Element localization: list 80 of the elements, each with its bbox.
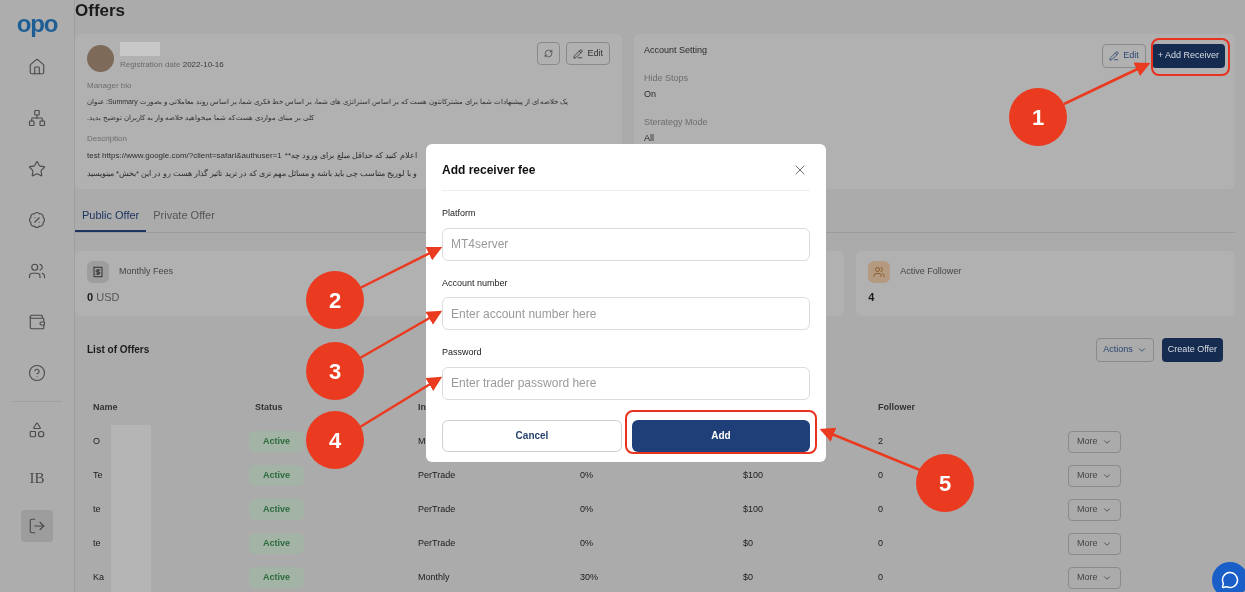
setting-label: Sterategy Mode: [644, 115, 708, 129]
stat-label: Monthly Fees: [119, 264, 174, 278]
offers-title: List of Offers: [87, 343, 150, 357]
column-header: Follower: [878, 400, 915, 414]
more-dropdown[interactable]: More: [1068, 430, 1121, 453]
table-cell-text: $100: [743, 502, 764, 516]
account-title: Account Setting: [644, 44, 708, 57]
setting-label: Hide Stops: [644, 71, 690, 85]
table-cell-text: $100: [743, 468, 764, 482]
app-logo[interactable]: opo: [0, 12, 75, 36]
status-badge: Active: [249, 464, 304, 487]
table-cell-text: 0%: [580, 536, 593, 550]
table-cell-text: $0: [743, 536, 753, 550]
field-label: Account number: [442, 276, 509, 290]
followers-icon: [868, 260, 891, 283]
table-cell-text: Monthly: [418, 570, 450, 584]
table-cell-text: 0%: [580, 468, 593, 482]
table-cell-text: 0: [878, 502, 883, 516]
pencil-icon: [1109, 51, 1120, 61]
status-badge: Active: [249, 532, 304, 555]
table-cell-text: Ka: [93, 570, 104, 584]
pencil-icon: [573, 48, 584, 59]
ib-link[interactable]: IB: [21, 462, 53, 494]
input-field[interactable]: MT4server: [442, 227, 810, 261]
table-cell-text: te: [93, 536, 101, 550]
stat-value: 4: [868, 289, 875, 305]
setting-value: All: [644, 132, 655, 145]
table-cell-text: $0: [743, 570, 753, 584]
stat-value: 0 USD: [87, 289, 120, 305]
table-cell-text: O: [93, 434, 100, 448]
setting-value: On: [644, 88, 657, 101]
table-cell-text: 0%: [580, 502, 593, 516]
table-cell-text: 0: [878, 468, 883, 482]
status-badge: Active: [249, 498, 304, 521]
step-number-badge: 4: [306, 411, 364, 469]
stat-label: Active Follower: [900, 264, 962, 278]
actions-dropdown[interactable]: Actions: [1096, 337, 1154, 362]
status-badge: Active: [249, 566, 304, 589]
logout-icon[interactable]: [21, 510, 53, 542]
table-cell-text: te: [93, 502, 101, 516]
table-cell-text: PerTrade: [418, 536, 456, 550]
column-header: Name: [93, 400, 118, 414]
registration-date: Registration date 2022-10-16: [120, 59, 224, 71]
dialog-title: Add receiver fee: [442, 162, 536, 179]
table-cell-text: 0: [878, 536, 883, 550]
avatar: [87, 45, 114, 72]
edit-button[interactable]: Edit: [566, 42, 610, 65]
receipt-icon: [87, 260, 109, 283]
more-dropdown[interactable]: More: [1068, 566, 1121, 589]
description-text: اعلام کنید که حداقل مبلغ برای ورود چه**: [284, 150, 417, 162]
create-offer-button[interactable]: Create Offer: [1161, 337, 1223, 362]
add-receiver-button[interactable]: + Add Receiver: [1151, 44, 1225, 68]
offer-tab[interactable]: Private Offer: [146, 207, 222, 232]
refresh-icon: [544, 49, 554, 58]
input-field[interactable]: Enter trader password here: [442, 366, 810, 400]
add-button[interactable]: Add: [632, 419, 810, 452]
chat-icon[interactable]: [1212, 562, 1245, 592]
column-header: In: [418, 400, 426, 414]
table-cell-text: Te: [93, 468, 103, 482]
table-cell-text: 30%: [580, 570, 598, 584]
field-label: Platform: [442, 207, 477, 220]
table-cell-text: 2: [878, 434, 883, 448]
field-label: Password: [442, 346, 483, 359]
refresh-button[interactable]: [537, 42, 561, 65]
edit-button[interactable]: Edit: [1102, 44, 1146, 68]
status-badge: Active: [249, 430, 304, 453]
input-field[interactable]: Enter account number here: [442, 297, 810, 330]
step-number-badge: 3: [306, 342, 364, 400]
more-dropdown[interactable]: More: [1068, 464, 1121, 487]
cancel-button[interactable]: Cancel: [442, 419, 622, 452]
table-cell-text: PerTrade: [418, 502, 456, 516]
table-cell-text: 0: [878, 570, 883, 584]
table-cell-text: M: [418, 434, 426, 448]
more-dropdown[interactable]: More: [1068, 532, 1121, 555]
page-title: Offers: [75, 2, 127, 19]
column-header: Status: [255, 400, 283, 414]
offer-tab[interactable]: Public Offer: [75, 207, 147, 232]
table-cell-text: PerTrade: [418, 468, 456, 482]
step-number-badge: 5: [916, 454, 974, 512]
more-dropdown[interactable]: More: [1068, 498, 1121, 521]
